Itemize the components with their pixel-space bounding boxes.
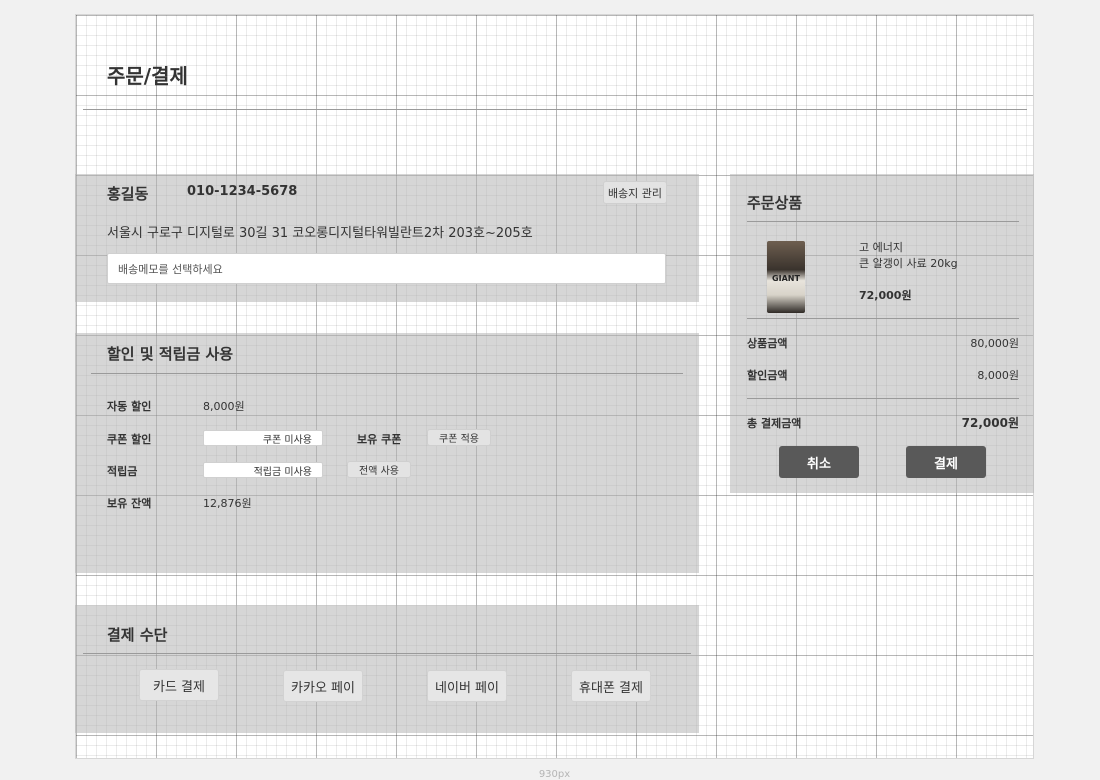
coupon-apply-button[interactable]: 쿠폰 적용 bbox=[427, 429, 491, 446]
points-label: 적립금 bbox=[107, 465, 138, 478]
delivery-memo-placeholder: 배송메모를 선택하세요 bbox=[118, 262, 223, 276]
payment-divider bbox=[83, 653, 691, 654]
cancel-button[interactable]: 취소 bbox=[779, 446, 859, 478]
order-section-title: 주문상품 bbox=[747, 194, 803, 212]
points-use-all-button[interactable]: 전액 사용 bbox=[347, 461, 411, 478]
product-name-line1: 고 에너지 bbox=[859, 241, 903, 254]
recipient-phone: 010-1234-5678 bbox=[187, 184, 298, 199]
payment-section-title: 결제 수단 bbox=[107, 626, 168, 644]
coupon-discount-field[interactable]: 쿠폰 미사용 bbox=[203, 430, 323, 446]
delivery-memo-select[interactable]: 배송메모를 선택하세요 bbox=[107, 253, 666, 284]
discount-amount-value: 8,000원 bbox=[977, 369, 1019, 382]
product-brand-text: GIANT bbox=[772, 274, 800, 283]
points-field[interactable]: 적립금 미사용 bbox=[203, 462, 323, 478]
order-divider-product bbox=[747, 318, 1019, 319]
order-divider-top bbox=[747, 221, 1019, 222]
order-divider-total bbox=[747, 398, 1019, 399]
payment-kakaopay-button[interactable]: 카카오 페이 bbox=[283, 670, 363, 702]
coupon-discount-value: 쿠폰 미사용 bbox=[262, 434, 312, 446]
product-image: GIANT bbox=[767, 241, 805, 313]
payment-card-button[interactable]: 카드 결제 bbox=[139, 669, 219, 701]
product-name-line2: 큰 알갱이 사료 20kg bbox=[859, 257, 958, 270]
discount-amount-label: 할인금액 bbox=[747, 369, 788, 382]
page-title: 주문/결제 bbox=[107, 64, 188, 88]
discount-panel bbox=[75, 333, 699, 573]
address-manage-button[interactable]: 배송지 관리 bbox=[603, 181, 667, 204]
points-value: 적립금 미사용 bbox=[253, 466, 312, 478]
title-divider bbox=[83, 109, 1027, 110]
discount-section-title: 할인 및 적립금 사용 bbox=[107, 345, 234, 363]
recipient-name: 홍길동 bbox=[107, 185, 149, 203]
auto-discount-value: 8,000원 bbox=[203, 400, 245, 413]
product-price: 72,000원 bbox=[859, 289, 912, 302]
canvas-width-caption: 930px bbox=[538, 769, 571, 780]
balance-value: 12,876원 bbox=[203, 497, 252, 510]
pay-button[interactable]: 결제 bbox=[906, 446, 986, 478]
shipping-address: 서울시 구로구 디지털로 30길 31 코오롱디지털타워빌란트2차 203호~2… bbox=[107, 226, 533, 241]
payment-phone-button[interactable]: 휴대폰 결제 bbox=[571, 670, 651, 702]
discount-divider bbox=[91, 373, 683, 374]
subtotal-value: 80,000원 bbox=[970, 337, 1019, 350]
subtotal-label: 상품금액 bbox=[747, 337, 788, 350]
balance-label: 보유 잔액 bbox=[107, 497, 152, 510]
payment-naverpay-button[interactable]: 네이버 페이 bbox=[427, 670, 507, 702]
total-value: 72,000원 bbox=[961, 416, 1019, 430]
auto-discount-label: 자동 할인 bbox=[107, 400, 152, 413]
owned-coupon-label: 보유 쿠폰 bbox=[357, 433, 402, 446]
total-label: 총 결제금액 bbox=[747, 417, 802, 430]
coupon-discount-label: 쿠폰 할인 bbox=[107, 433, 152, 446]
